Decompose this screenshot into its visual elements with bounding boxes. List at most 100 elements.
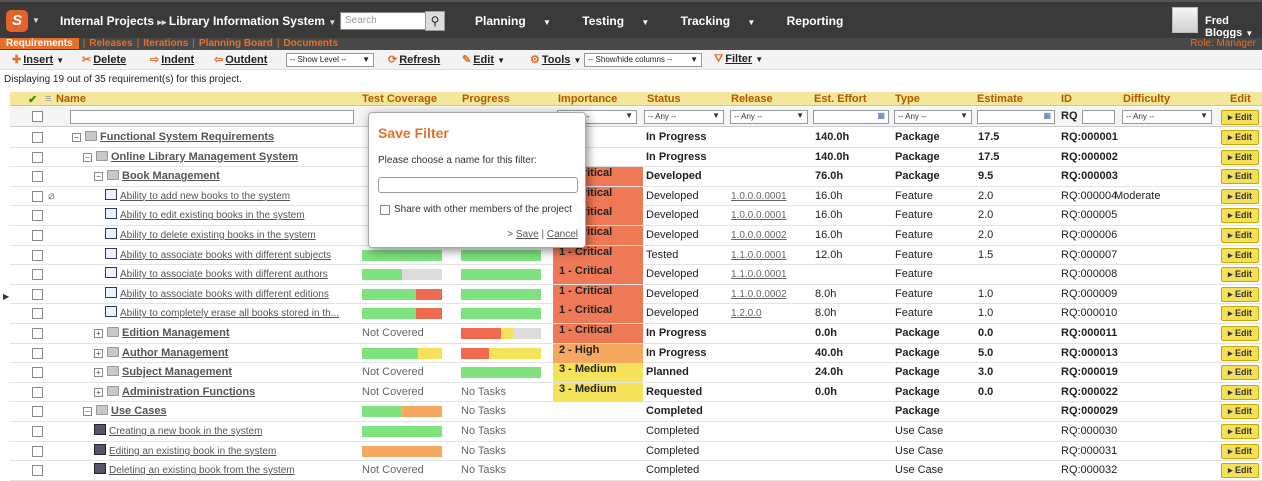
row-edit-button[interactable]: ▸ Edit [1221, 365, 1259, 381]
insert-button[interactable]: ✚ Insert ▼ [12, 53, 64, 66]
requirement-name-link[interactable]: Book Management [122, 170, 220, 182]
refresh-button[interactable]: ⟳ Refresh [388, 53, 440, 66]
share-checkbox[interactable] [380, 205, 390, 215]
product-name[interactable]: Library Information System [169, 14, 325, 28]
requirement-name-link[interactable]: Ability to delete existing books in the … [120, 230, 316, 241]
requirement-name-link[interactable]: Functional System Requirements [100, 131, 274, 143]
row-edit-button[interactable]: ▸ Edit [1221, 188, 1259, 204]
col-name[interactable]: Name [56, 93, 86, 105]
row-checkbox[interactable] [32, 151, 43, 163]
requirement-name-link[interactable]: Ability to add new books to the system [120, 191, 290, 202]
release-link[interactable]: 1.0.0.0.0002 [731, 226, 787, 245]
col-importance[interactable]: Importance [558, 93, 617, 105]
row-checkbox[interactable] [32, 249, 43, 261]
search-icon[interactable]: ⚲ [425, 11, 445, 31]
nav-reporting[interactable]: Reporting [787, 14, 844, 28]
release-link[interactable]: 1.1.0.0.0001 [731, 246, 787, 265]
row-edit-button[interactable]: ▸ Edit [1221, 463, 1259, 479]
row-edit-button[interactable]: ▸ Edit [1221, 286, 1259, 302]
row-edit-button[interactable]: ▸ Edit [1221, 130, 1259, 145]
row-edit-button[interactable]: ▸ Edit [1221, 306, 1259, 322]
select-all-check-icon[interactable]: ✔ [28, 93, 37, 106]
expand-icon[interactable]: + [94, 348, 103, 358]
row-edit-button[interactable]: ▸ Edit [1221, 169, 1259, 185]
outdent-button[interactable]: ⇦ Outdent [214, 53, 267, 66]
id-filter-input[interactable] [1082, 110, 1115, 124]
cancel-link[interactable]: Cancel [547, 229, 578, 240]
col-estimate[interactable]: Estimate [977, 93, 1023, 105]
row-checkbox[interactable] [32, 308, 43, 320]
requirement-name-link[interactable]: Author Management [122, 347, 228, 359]
row-checkbox[interactable] [32, 132, 43, 143]
requirement-name-link[interactable]: Use Cases [111, 405, 167, 417]
chevron-down-icon[interactable]: ▼ [32, 16, 40, 25]
release-link[interactable]: 1.0.0.0.0001 [731, 206, 787, 225]
row-edit-button[interactable]: ▸ Edit [1221, 267, 1259, 283]
select-all-checkbox[interactable] [32, 111, 43, 122]
collapse-icon[interactable]: − [72, 133, 81, 142]
row-checkbox[interactable] [32, 230, 43, 241]
release-link[interactable]: 1.1.0.0.0001 [731, 265, 787, 284]
row-checkbox[interactable] [32, 288, 43, 300]
expand-icon[interactable]: + [94, 387, 103, 397]
col-type[interactable]: Type [895, 93, 920, 105]
row-checkbox[interactable] [32, 465, 43, 477]
project-name[interactable]: Internal Projects [60, 14, 154, 28]
col-est-effort[interactable]: Est. Effort [814, 93, 867, 105]
requirement-name-link[interactable]: Online Library Management System [111, 151, 298, 163]
row-edit-button[interactable]: ▸ Edit [1221, 424, 1259, 439]
spira-logo-icon[interactable]: S [6, 10, 28, 32]
type-filter-select[interactable]: -- Any -- ▼ [894, 110, 972, 124]
requirement-name-link[interactable]: Administration Functions [122, 386, 255, 398]
row-checkbox[interactable] [32, 171, 43, 183]
col-release[interactable]: Release [731, 93, 773, 105]
row-checkbox[interactable] [32, 426, 43, 437]
delete-button[interactable]: ✂ Delete [82, 53, 126, 66]
tools-menu-button[interactable]: ⚙ Tools ▼ [530, 53, 581, 66]
row-checkbox[interactable] [32, 190, 43, 202]
tab-documents[interactable]: Documents [283, 38, 337, 49]
requirement-name-link[interactable]: Ability to associate books with differen… [120, 289, 329, 300]
row-checkbox[interactable] [32, 406, 43, 418]
show-hide-columns-select[interactable]: -- Show/hide columns -- ▼ [584, 53, 702, 67]
release-link[interactable]: 1.1.0.0.0002 [731, 285, 787, 304]
project-breadcrumb[interactable]: Internal Projects ▸▸ Library Information… [60, 14, 336, 28]
row-edit-button[interactable]: ▸ Edit [1221, 345, 1259, 361]
nav-testing[interactable]: Testing ▼ [582, 14, 663, 28]
name-filter-input[interactable] [70, 110, 354, 124]
row-edit-button[interactable]: ▸ Edit [1221, 404, 1259, 420]
row-edit-button[interactable]: ▸ Edit [1221, 326, 1259, 341]
edit-menu-button[interactable]: ✎ Edit ▼ [462, 53, 505, 66]
indent-button[interactable]: ⇨ Indent [150, 53, 194, 66]
row-checkbox[interactable] [32, 445, 43, 457]
requirement-name-link[interactable]: Creating a new book in the system [109, 426, 262, 437]
row-edit-button[interactable]: ▸ Edit [1221, 443, 1259, 459]
difficulty-filter-select[interactable]: -- Any -- ▼ [1122, 110, 1212, 124]
show-level-select[interactable]: -- Show Level -- ▼ [286, 53, 374, 67]
tab-iterations[interactable]: Iterations [143, 38, 188, 49]
collapse-icon[interactable]: − [83, 152, 92, 162]
save-link[interactable]: Save [516, 229, 539, 240]
col-progress[interactable]: Progress [462, 93, 510, 105]
calendar-icon[interactable]: ▦ [877, 111, 885, 120]
avatar[interactable] [1172, 7, 1198, 33]
col-id[interactable]: ID [1061, 93, 1072, 105]
row-edit-button[interactable]: ▸ Edit [1221, 149, 1259, 165]
filter-menu-button[interactable]: ⛛ Filter ▼ [714, 53, 763, 66]
row-checkbox[interactable] [32, 269, 43, 281]
row-checkbox[interactable] [32, 347, 43, 359]
row-checkbox[interactable] [32, 367, 43, 379]
requirement-name-link[interactable]: Editing an existing book in the system [109, 446, 276, 457]
row-edit-button[interactable]: ▸ Edit [1221, 247, 1259, 263]
nav-tracking[interactable]: Tracking ▼ [681, 14, 770, 28]
apply-filter-button[interactable]: ▸ Edit [1221, 110, 1259, 125]
tab-releases[interactable]: Releases [89, 38, 132, 49]
requirement-name-link[interactable]: Ability to completely erase all books st… [120, 308, 339, 319]
tab-requirements[interactable]: Requirements [0, 38, 79, 49]
estimate-filter-input[interactable]: ▦ [977, 110, 1055, 124]
col-status[interactable]: Status [647, 93, 681, 105]
release-link[interactable]: 1.0.0.0.0001 [731, 187, 787, 206]
user-menu[interactable]: Fred Bloggs ▼ [1205, 15, 1262, 39]
filter-name-input[interactable] [378, 177, 578, 193]
requirement-name-link[interactable]: Subject Management [122, 366, 232, 378]
